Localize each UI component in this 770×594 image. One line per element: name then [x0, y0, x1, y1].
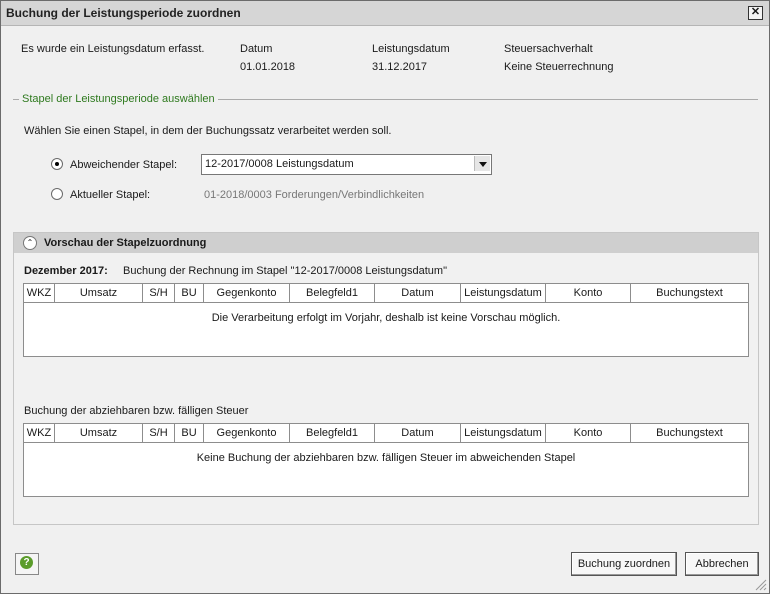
- tax-table-header: WKZ Umsatz S/H BU Gegenkonto Belegfeld1 …: [24, 424, 748, 443]
- cancel-button[interactable]: Abbrechen: [685, 552, 759, 576]
- column-header[interactable]: Gegenkonto: [204, 284, 290, 302]
- datum-label: Datum: [240, 43, 273, 55]
- abweichender-stapel-label: Abweichender Stapel:: [70, 159, 178, 171]
- assign-booking-button[interactable]: Buchung zuordnen: [571, 552, 677, 576]
- steuer-value: Keine Steuerrechnung: [504, 61, 614, 73]
- chevron-up-icon[interactable]: ⌃: [23, 236, 37, 250]
- column-header[interactable]: BU: [175, 284, 204, 302]
- radio-aktueller-stapel[interactable]: [51, 188, 63, 200]
- tax-preview-table: WKZ Umsatz S/H BU Gegenkonto Belegfeld1 …: [23, 423, 749, 497]
- preview-header[interactable]: ⌃ Vorschau der Stapelzuordnung: [14, 233, 758, 253]
- column-header[interactable]: Leistungsdatum: [461, 284, 546, 302]
- help-button[interactable]: ?: [15, 553, 39, 575]
- preview-month-label: Dezember 2017:: [24, 265, 108, 277]
- stapel-select[interactable]: 12-2017/0008 Leistungsdatum: [201, 154, 492, 175]
- aktueller-stapel-value: 01-2018/0003 Forderungen/Verbindlichkeit…: [204, 189, 425, 201]
- steuer-label: Steuersachverhalt: [504, 43, 593, 55]
- column-header[interactable]: Buchungstext: [631, 284, 748, 302]
- column-header[interactable]: Belegfeld1: [290, 424, 375, 442]
- stapel-group-title: Stapel der Leistungsperiode auswählen: [19, 93, 218, 105]
- booking-table-header: WKZ Umsatz S/H BU Gegenkonto Belegfeld1 …: [24, 284, 748, 303]
- column-header[interactable]: Leistungsdatum: [461, 424, 546, 442]
- column-header[interactable]: Konto: [546, 424, 631, 442]
- column-header[interactable]: WKZ: [24, 424, 55, 442]
- leistungsdatum-label: Leistungsdatum: [372, 43, 450, 55]
- tax-heading: Buchung der abziehbaren bzw. fälligen St…: [24, 405, 249, 417]
- dialog-window: Buchung der Leistungsperiode zuordnen ✕ …: [0, 0, 770, 594]
- tax-empty-message: Keine Buchung der abziehbaren bzw. fälli…: [196, 452, 576, 464]
- preview-title: Vorschau der Stapelzuordnung: [44, 237, 207, 249]
- column-header[interactable]: Buchungstext: [631, 424, 748, 442]
- column-header[interactable]: WKZ: [24, 284, 55, 302]
- instruction-text: Wählen Sie einen Stapel, in dem der Buch…: [24, 125, 392, 137]
- help-icon: ?: [20, 556, 33, 569]
- booking-preview-table: WKZ Umsatz S/H BU Gegenkonto Belegfeld1 …: [23, 283, 749, 357]
- stapel-select-value: 12-2017/0008 Leistungsdatum: [205, 158, 354, 170]
- preview-month-description: Buchung der Rechnung im Stapel "12-2017/…: [123, 265, 447, 277]
- column-header[interactable]: Umsatz: [55, 284, 143, 302]
- column-header[interactable]: Belegfeld1: [290, 284, 375, 302]
- resize-grip-icon[interactable]: [755, 579, 767, 591]
- chevron-down-icon[interactable]: [474, 156, 490, 171]
- column-header[interactable]: Datum: [375, 424, 461, 442]
- preview-empty-message: Die Verarbeitung erfolgt im Vorjahr, des…: [211, 312, 561, 324]
- close-icon[interactable]: ✕: [748, 6, 763, 20]
- title-bar: Buchung der Leistungsperiode zuordnen ✕: [1, 1, 769, 26]
- info-message: Es wurde ein Leistungsdatum erfasst.: [21, 43, 205, 55]
- column-header[interactable]: Gegenkonto: [204, 424, 290, 442]
- leistungsdatum-value: 31.12.2017: [372, 61, 428, 73]
- column-header[interactable]: S/H: [143, 284, 175, 302]
- column-header[interactable]: Konto: [546, 284, 631, 302]
- column-header[interactable]: S/H: [143, 424, 175, 442]
- column-header[interactable]: Datum: [375, 284, 461, 302]
- column-header[interactable]: Umsatz: [55, 424, 143, 442]
- datum-value: 01.01.2018: [240, 61, 296, 73]
- dialog-title: Buchung der Leistungsperiode zuordnen: [6, 6, 241, 20]
- column-header[interactable]: BU: [175, 424, 204, 442]
- radio-abweichender-stapel[interactable]: [51, 158, 63, 170]
- aktueller-stapel-label: Aktueller Stapel:: [70, 189, 151, 201]
